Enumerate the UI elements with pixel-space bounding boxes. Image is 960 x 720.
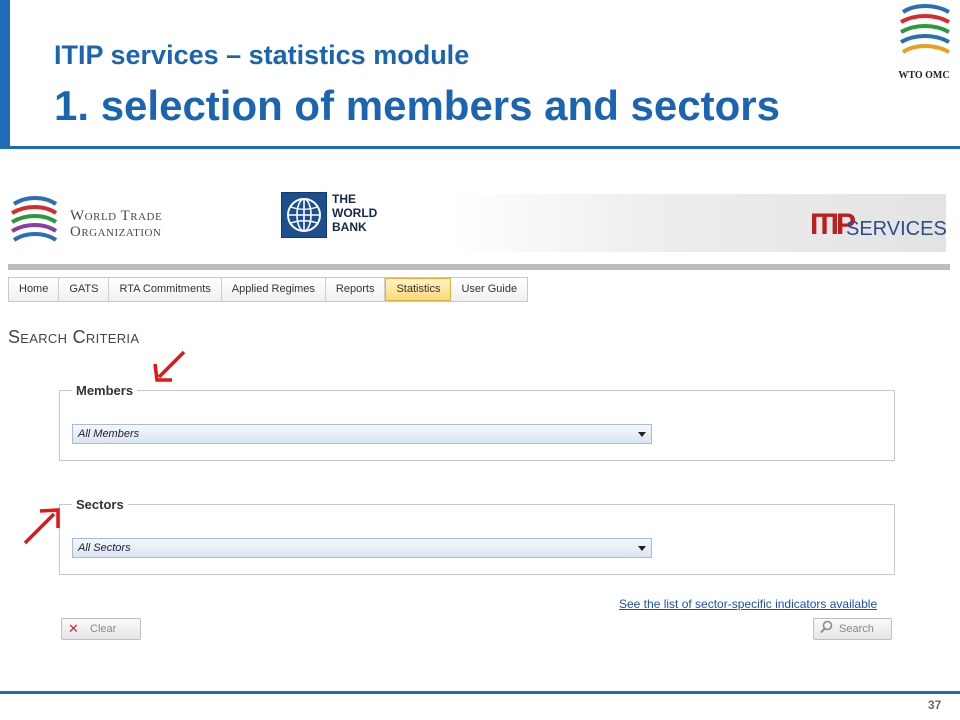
wto-logo-line1: World Trade bbox=[70, 208, 163, 224]
sectors-select[interactable]: All Sectors bbox=[72, 538, 652, 558]
nav-rta-commitments[interactable]: RTA Commitments bbox=[109, 278, 222, 301]
site-header: World Trade Organization THE WORLD BANK … bbox=[8, 188, 950, 270]
wto-corner-logo-text: WTO OMC bbox=[898, 70, 950, 81]
nav-reports[interactable]: Reports bbox=[326, 278, 386, 301]
wto-swoosh-icon bbox=[900, 4, 950, 54]
members-select[interactable]: All Members bbox=[72, 424, 652, 444]
nav-gats[interactable]: GATS bbox=[59, 278, 110, 301]
wto-swoosh-icon bbox=[11, 196, 58, 242]
chevron-down-icon bbox=[638, 432, 646, 437]
wb-line1: THE bbox=[332, 192, 356, 206]
globe-icon bbox=[287, 198, 321, 232]
header-divider bbox=[8, 264, 950, 270]
chevron-down-icon bbox=[638, 546, 646, 551]
search-criteria-title: Search Criteria bbox=[8, 327, 140, 347]
slide-accent-bar bbox=[0, 0, 10, 148]
wto-logo-line2: Organization bbox=[70, 224, 162, 240]
nav-applied-regimes[interactable]: Applied Regimes bbox=[222, 278, 326, 301]
wb-line2: WORLD bbox=[332, 206, 378, 220]
slide-divider bbox=[0, 146, 960, 149]
magnifier-icon bbox=[820, 620, 833, 640]
nav-statistics[interactable]: Statistics bbox=[385, 278, 452, 301]
members-section: Members bbox=[59, 383, 895, 461]
main-nav: Home GATS RTA Commitments Applied Regime… bbox=[8, 277, 529, 302]
sectors-select-value: All Sectors bbox=[78, 542, 131, 554]
members-select-value: All Members bbox=[78, 428, 140, 440]
world-bank-logo bbox=[281, 192, 327, 238]
annotation-arrow-members bbox=[153, 350, 186, 382]
clear-button[interactable]: ✕ Clear bbox=[61, 618, 141, 640]
annotation-arrow-sectors bbox=[23, 508, 60, 545]
slide-heading: 1. selection of members and sectors bbox=[54, 82, 780, 129]
wto-logo-text: World Trade Organization bbox=[70, 208, 162, 240]
search-button[interactable]: Search bbox=[813, 618, 892, 640]
itip-banner: ITIP SERVICES bbox=[450, 194, 947, 252]
sector-indicators-link[interactable]: See the list of sector-specific indicato… bbox=[619, 597, 877, 611]
sectors-section: Sectors bbox=[59, 497, 895, 575]
close-icon: ✕ bbox=[68, 621, 79, 636]
wto-corner-logo: WTO OMC bbox=[893, 4, 955, 84]
wb-line3: BANK bbox=[332, 220, 367, 234]
sectors-legend: Sectors bbox=[76, 497, 124, 512]
footer-divider bbox=[0, 691, 960, 694]
nav-home[interactable]: Home bbox=[9, 278, 60, 301]
search-button-label: Search bbox=[839, 623, 874, 635]
world-bank-text: THE WORLD BANK bbox=[332, 192, 377, 234]
page-number: 37 bbox=[928, 698, 942, 712]
nav-user-guide[interactable]: User Guide bbox=[451, 278, 527, 301]
slide-title: ITIP services – statistics module bbox=[54, 40, 470, 70]
clear-button-label: Clear bbox=[90, 623, 117, 635]
members-legend: Members bbox=[76, 383, 134, 398]
itip-services-word: SERVICES bbox=[846, 218, 947, 240]
